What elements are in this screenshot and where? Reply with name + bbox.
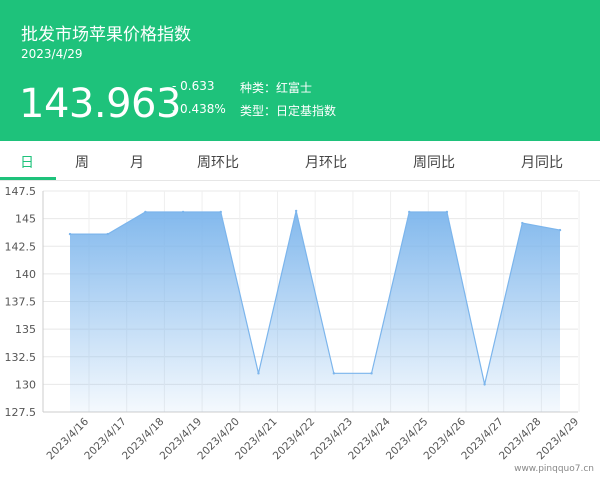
- tab-month-year-on-year[interactable]: 月同比: [521, 152, 563, 172]
- data-point: [181, 210, 185, 214]
- data-point: [332, 372, 336, 375]
- data-point: [445, 210, 449, 214]
- y-tick-label: 130: [15, 378, 36, 391]
- data-point: [294, 209, 298, 213]
- tab-week-on-week[interactable]: 周环比: [197, 152, 239, 172]
- y-tick-label: 132.5: [5, 351, 37, 364]
- data-point: [219, 210, 222, 214]
- data-point: [370, 372, 373, 375]
- y-tick-label: 140: [15, 268, 36, 281]
- period-tabs: 日 周 月 周环比 月环比 周同比 月同比: [0, 141, 600, 181]
- data-point: [144, 210, 147, 214]
- y-tick-label: 142.5: [5, 240, 37, 253]
- data-point: [558, 228, 562, 232]
- data-point: [68, 232, 72, 236]
- y-tick-label: 147.5: [5, 185, 37, 198]
- x-axis: 2023/4/162023/4/172023/4/182023/4/192023…: [45, 415, 582, 462]
- header: 批发市场苹果价格指数 2023/4/29 143.963 - 0.633 ↓0.…: [0, 0, 600, 141]
- data-point: [483, 383, 486, 386]
- data-point: [408, 210, 411, 214]
- tab-day[interactable]: 日: [20, 152, 34, 172]
- y-axis: 127.5 130 132.5 135 137.5 140 142.5 145 147.5: [5, 185, 37, 419]
- watermark: www.pinqquo7.cn: [514, 464, 594, 474]
- date-label: 2023/4/29: [21, 47, 83, 61]
- page-title: 批发市场苹果价格指数: [21, 25, 191, 45]
- tab-week-year-on-year[interactable]: 周同比: [413, 152, 455, 172]
- data-point: [521, 221, 524, 225]
- price-chart: 127.5 130 132.5 135 137.5 140 142.5 145 147.5 20…: [5, 185, 582, 462]
- current-price: 143.963: [19, 81, 181, 127]
- data-point: [106, 232, 109, 236]
- price-change-percent: ↓0.438%: [170, 102, 226, 116]
- price-change: - 0.633: [172, 79, 215, 93]
- y-tick-label: 137.5: [5, 296, 37, 309]
- tab-week[interactable]: 周: [75, 152, 89, 172]
- y-tick-label: 145: [15, 213, 36, 226]
- index-type-label: 类型：日定基指数: [240, 104, 337, 118]
- tab-month-on-month[interactable]: 月环比: [305, 152, 347, 172]
- variety-label: 种类：红富士: [240, 81, 313, 95]
- y-tick-label: 127.5: [5, 406, 37, 419]
- tab-month[interactable]: 月: [130, 152, 144, 172]
- y-tick-label: 135: [15, 323, 36, 336]
- data-point: [257, 372, 260, 375]
